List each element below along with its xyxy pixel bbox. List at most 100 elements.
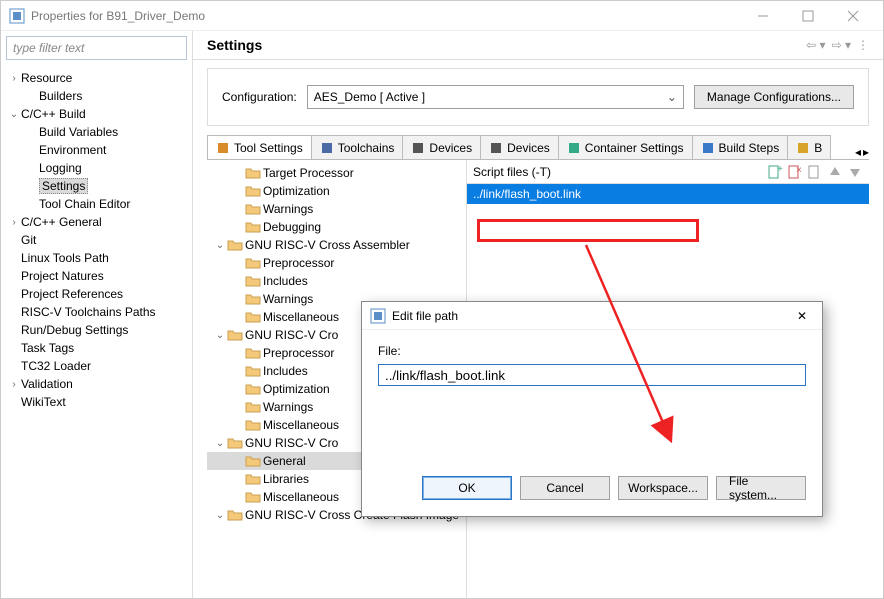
- setting-label: Preprocessor: [263, 256, 334, 270]
- maximize-button[interactable]: [785, 2, 830, 30]
- settings-tabs: Tool Settings Toolchains Devices Devices Con…: [207, 134, 869, 160]
- edit-file-path-dialog: Edit file path ✕ File: OK Cancel Workspa…: [361, 301, 823, 517]
- file-path-input[interactable]: [378, 364, 806, 386]
- workspace-button[interactable]: Workspace...: [618, 476, 708, 500]
- expand-icon[interactable]: ›: [7, 379, 21, 390]
- tab-label: Toolchains: [338, 141, 395, 155]
- nav-tree[interactable]: ›Resource Builders ⌄C/C++ BuildBuild Varia…: [1, 65, 192, 598]
- nav-item-builders[interactable]: Builders: [1, 87, 192, 105]
- svg-text:×: ×: [796, 165, 802, 176]
- setting-label: Debugging: [263, 220, 321, 234]
- setting-preprocessor[interactable]: Preprocessor: [207, 254, 466, 272]
- nav-item-label: Tool Chain Editor: [39, 197, 130, 211]
- remove-icon[interactable]: ×: [787, 164, 803, 180]
- nav-item-validation[interactable]: ›Validation: [1, 375, 192, 393]
- tab-tool-settings[interactable]: Tool Settings: [207, 135, 312, 159]
- nav-item-resource[interactable]: ›Resource: [1, 69, 192, 87]
- nav-item-label: Builders: [39, 89, 82, 103]
- nav-item-c-c-general[interactable]: ›C/C++ General: [1, 213, 192, 231]
- expand-icon[interactable]: ⌄: [213, 510, 227, 521]
- setting-label: Includes: [263, 364, 308, 378]
- setting-debugging[interactable]: Debugging: [207, 218, 466, 236]
- filter-input[interactable]: type filter text: [6, 36, 187, 60]
- setting-label: Libraries: [263, 472, 309, 486]
- nav-back-icon[interactable]: ⇦ ▾: [806, 38, 825, 52]
- nav-item-run-debug-settings[interactable]: Run/Debug Settings: [1, 321, 192, 339]
- tab-devices[interactable]: Devices: [480, 135, 559, 159]
- nav-item-label: Project Natures: [21, 269, 104, 283]
- move-down-icon[interactable]: [847, 164, 863, 180]
- artifact-icon: [796, 141, 810, 155]
- expand-icon[interactable]: ›: [7, 217, 21, 228]
- nav-item-c-c-build[interactable]: ⌄C/C++ Build: [1, 105, 192, 123]
- tab-toolchains[interactable]: Toolchains: [311, 135, 404, 159]
- setting-optimization[interactable]: Optimization: [207, 182, 466, 200]
- script-file-item[interactable]: ../link/flash_boot.link: [467, 184, 869, 204]
- nav-item-build-variables[interactable]: Build Variables: [1, 123, 192, 141]
- tab-label: Devices: [429, 141, 472, 155]
- nav-item-task-tags[interactable]: Task Tags: [1, 339, 192, 357]
- nav-item-git[interactable]: Git: [1, 231, 192, 249]
- nav-item-linux-tools-path[interactable]: Linux Tools Path: [1, 249, 192, 267]
- nav-item-label: Settings: [39, 178, 88, 194]
- tab-container-settings[interactable]: Container Settings: [558, 135, 693, 159]
- tab-label: Tool Settings: [234, 141, 303, 155]
- configuration-value: AES_Demo [ Active ]: [314, 90, 425, 104]
- nav-item-project-natures[interactable]: Project Natures: [1, 267, 192, 285]
- configuration-row: Configuration: AES_Demo [ Active ] ⌄ Man…: [207, 68, 869, 126]
- tab-scroll-left-icon[interactable]: ◂: [855, 145, 861, 159]
- expand-icon[interactable]: ⌄: [213, 438, 227, 449]
- expand-icon[interactable]: ›: [7, 73, 21, 84]
- edit-icon[interactable]: [807, 164, 823, 180]
- nav-item-label: WikiText: [21, 395, 66, 409]
- minimize-button[interactable]: [740, 2, 785, 30]
- tab-scroll-right-icon[interactable]: ▸: [863, 145, 869, 159]
- container-icon: [567, 141, 581, 155]
- script-files-title: Script files (-T): [473, 165, 767, 179]
- window-title: Properties for B91_Driver_Demo: [31, 9, 740, 23]
- tab-label: Devices: [507, 141, 550, 155]
- nav-item-label: RISC-V Toolchains Paths: [21, 305, 156, 319]
- nav-item-tc32-loader[interactable]: TC32 Loader: [1, 357, 192, 375]
- filesystem-button[interactable]: File system...: [716, 476, 806, 500]
- nav-fwd-icon[interactable]: ⇨ ▾: [832, 38, 851, 52]
- nav-item-risc-v-toolchains-paths[interactable]: RISC-V Toolchains Paths: [1, 303, 192, 321]
- svg-text:+: +: [777, 164, 783, 175]
- nav-item-settings[interactable]: Settings: [1, 177, 192, 195]
- setting-includes[interactable]: Includes: [207, 272, 466, 290]
- nav-item-logging[interactable]: Logging: [1, 159, 192, 177]
- expand-icon[interactable]: ⌄: [7, 109, 21, 120]
- nav-item-label: C/C++ General: [21, 215, 102, 229]
- nav-item-label: Environment: [39, 143, 106, 157]
- add-icon[interactable]: +: [767, 164, 783, 180]
- ok-button[interactable]: OK: [422, 476, 512, 500]
- nav-item-wikitext[interactable]: WikiText: [1, 393, 192, 411]
- setting-label: Optimization: [263, 382, 330, 396]
- nav-item-environment[interactable]: Environment: [1, 141, 192, 159]
- move-up-icon[interactable]: [827, 164, 843, 180]
- tab-b[interactable]: B: [787, 135, 831, 159]
- setting-label: Miscellaneous: [263, 490, 339, 504]
- setting-label: Target Processor: [263, 166, 354, 180]
- nav-item-project-references[interactable]: Project References: [1, 285, 192, 303]
- setting-label: Includes: [263, 274, 308, 288]
- dialog-close-button[interactable]: ✕: [790, 309, 814, 323]
- configuration-select[interactable]: AES_Demo [ Active ] ⌄: [307, 85, 684, 109]
- steps-icon: [701, 141, 715, 155]
- menu-icon[interactable]: ⋮: [857, 38, 869, 52]
- tab-devices[interactable]: Devices: [402, 135, 481, 159]
- setting-target-processor[interactable]: Target Processor: [207, 164, 466, 182]
- setting-warnings[interactable]: Warnings: [207, 200, 466, 218]
- manage-configurations-button[interactable]: Manage Configurations...: [694, 85, 854, 109]
- chevron-down-icon: ⌄: [667, 90, 677, 104]
- setting-gnu-risc-v-cross-assembler[interactable]: ⌄GNU RISC-V Cross Assembler: [207, 236, 466, 254]
- nav-item-tool-chain-editor[interactable]: Tool Chain Editor: [1, 195, 192, 213]
- expand-icon[interactable]: ⌄: [213, 330, 227, 341]
- expand-icon[interactable]: ⌄: [213, 240, 227, 251]
- nav-item-label: Git: [21, 233, 36, 247]
- cancel-button[interactable]: Cancel: [520, 476, 610, 500]
- close-button[interactable]: [830, 2, 875, 30]
- tab-label: Container Settings: [585, 141, 684, 155]
- configuration-label: Configuration:: [222, 90, 297, 104]
- tab-build-steps[interactable]: Build Steps: [692, 135, 789, 159]
